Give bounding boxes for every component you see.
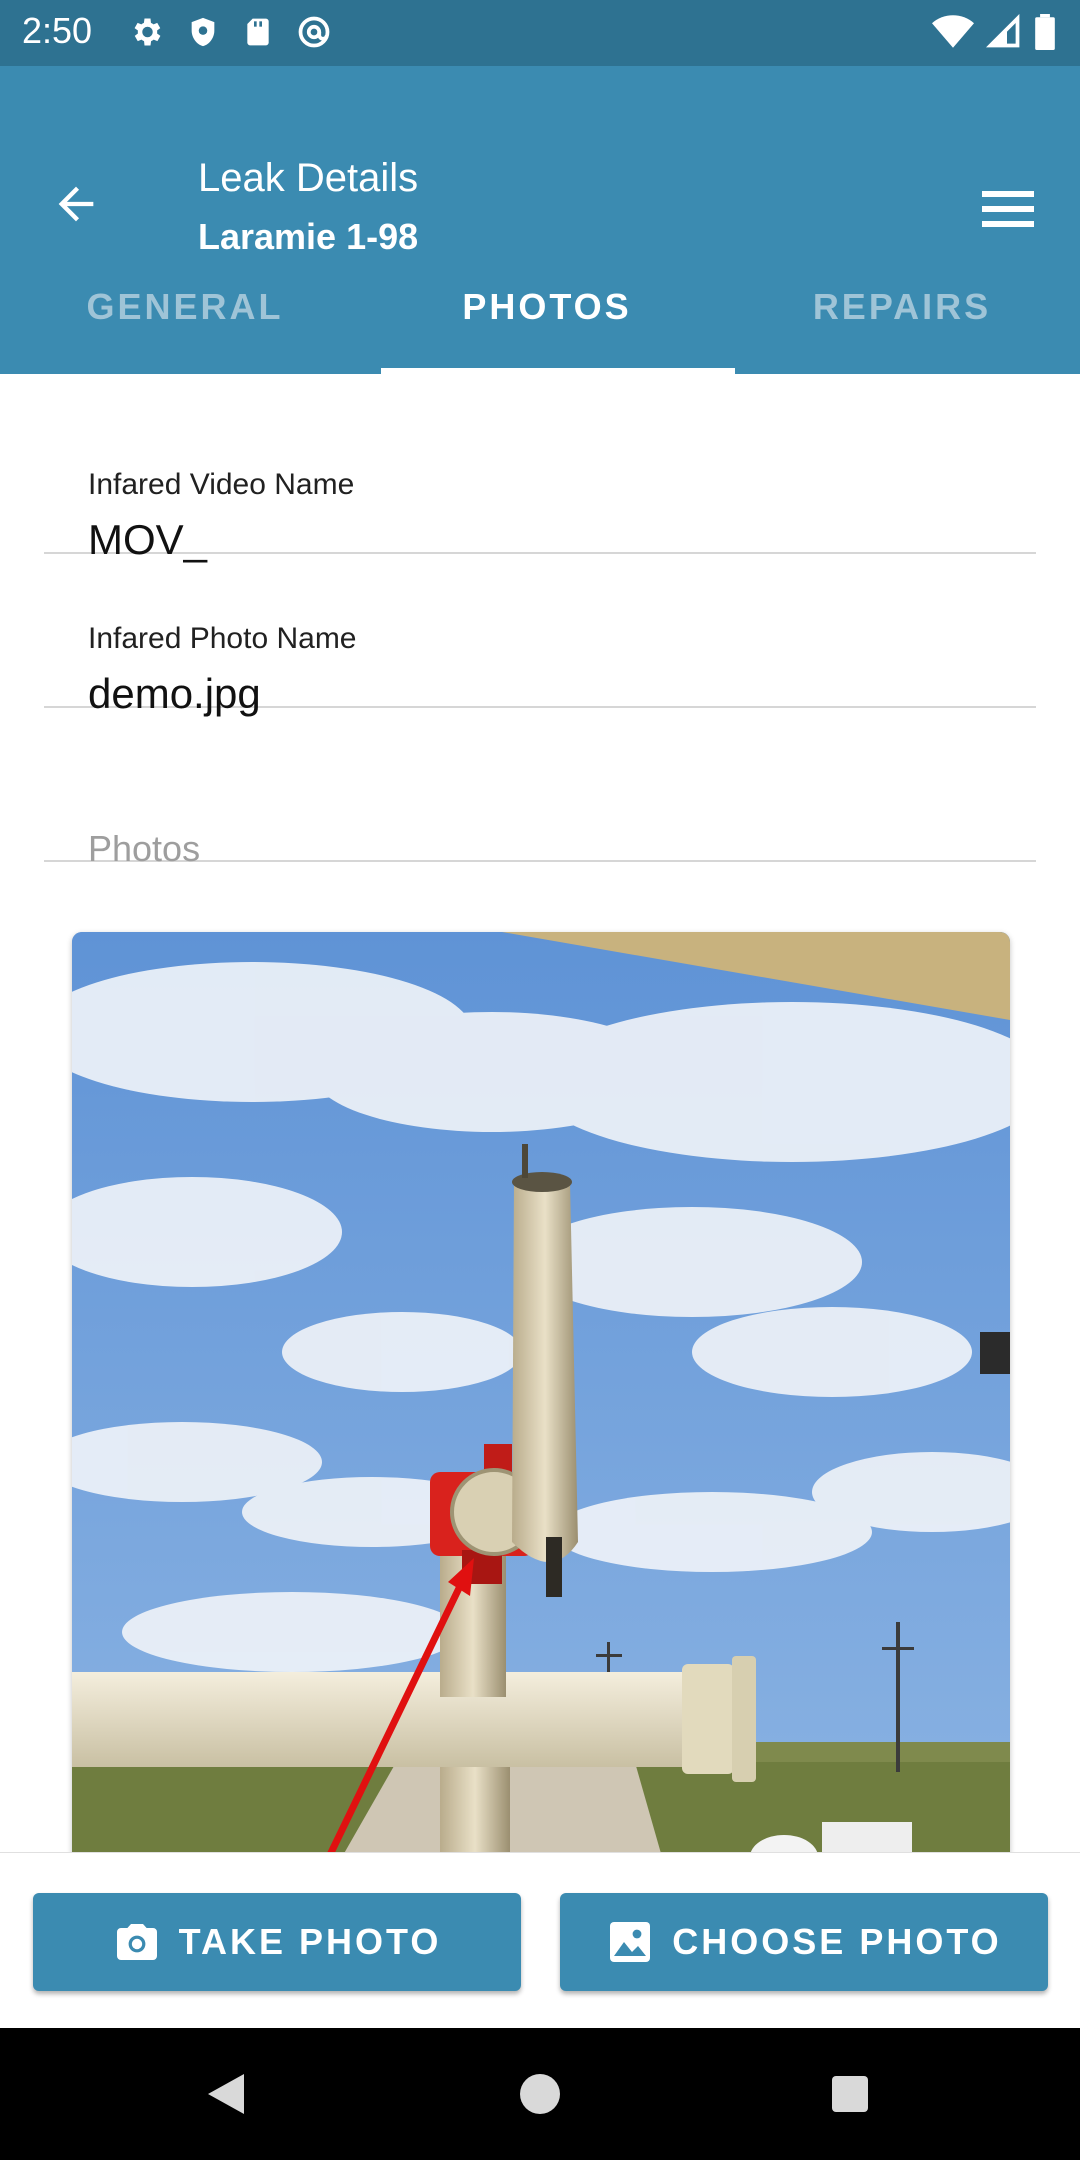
triangle-back-icon (208, 2074, 244, 2114)
photos-placeholder: Photos (88, 828, 201, 869)
choose-photo-label: CHOOSE PHOTO (672, 1921, 1002, 1962)
arrow-left-icon (58, 186, 94, 222)
wifi-icon (932, 14, 974, 50)
take-photo-button[interactable]: TAKE PHOTO (33, 1893, 521, 1991)
take-photo-label: TAKE PHOTO (178, 1921, 442, 1962)
content-scroll-area[interactable]: Infared Video Name MOV_ Infared Photo Na… (0, 374, 1080, 1852)
square-recents-icon (832, 2076, 868, 2112)
nav-back-button[interactable] (196, 2064, 256, 2124)
photo-name-label: Infared Photo Name (88, 622, 357, 655)
choose-photo-button[interactable]: CHOOSE PHOTO (560, 1893, 1048, 1991)
tab-bar: GENERAL PHOTOS REPAIRS (0, 240, 1080, 374)
gear-icon (128, 14, 164, 50)
nav-home-button[interactable] (510, 2064, 570, 2124)
at-sign-icon (296, 14, 332, 50)
battery-icon (1034, 14, 1056, 50)
nav-recents-button[interactable] (820, 2064, 880, 2124)
shield-icon (186, 14, 220, 50)
image-icon (606, 1918, 654, 1966)
photo-thumbnail[interactable] (72, 932, 1010, 1852)
tab-repairs[interactable]: REPAIRS (724, 240, 1080, 374)
app-bar: Leak Details Laramie 1-98 GENERAL PHOTOS… (0, 66, 1080, 374)
system-navigation-bar (0, 2028, 1080, 2160)
status-icons-right (932, 14, 1056, 50)
video-name-input[interactable]: MOV_ (88, 516, 207, 564)
status-time: 2:50 (22, 10, 93, 51)
circle-home-icon (520, 2074, 560, 2114)
action-bar: TAKE PHOTO CHOOSE PHOTO (0, 1852, 1080, 2028)
tab-general[interactable]: GENERAL (0, 240, 370, 374)
hamburger-menu-icon (982, 191, 1034, 227)
tab-photos[interactable]: PHOTOS (370, 240, 735, 374)
status-icons-left (128, 14, 332, 50)
back-button[interactable] (46, 174, 106, 234)
photo-name-input[interactable]: demo.jpg (88, 670, 261, 718)
leak-photo (72, 932, 1010, 1852)
signal-icon (986, 14, 1022, 50)
video-name-label: Infared Video Name (88, 468, 355, 501)
camera-icon (113, 1920, 161, 1964)
status-bar: 2:50 (0, 0, 1080, 66)
menu-button[interactable] (980, 184, 1036, 234)
sd-card-icon (242, 14, 274, 50)
page-title: Leak Details (198, 156, 419, 200)
